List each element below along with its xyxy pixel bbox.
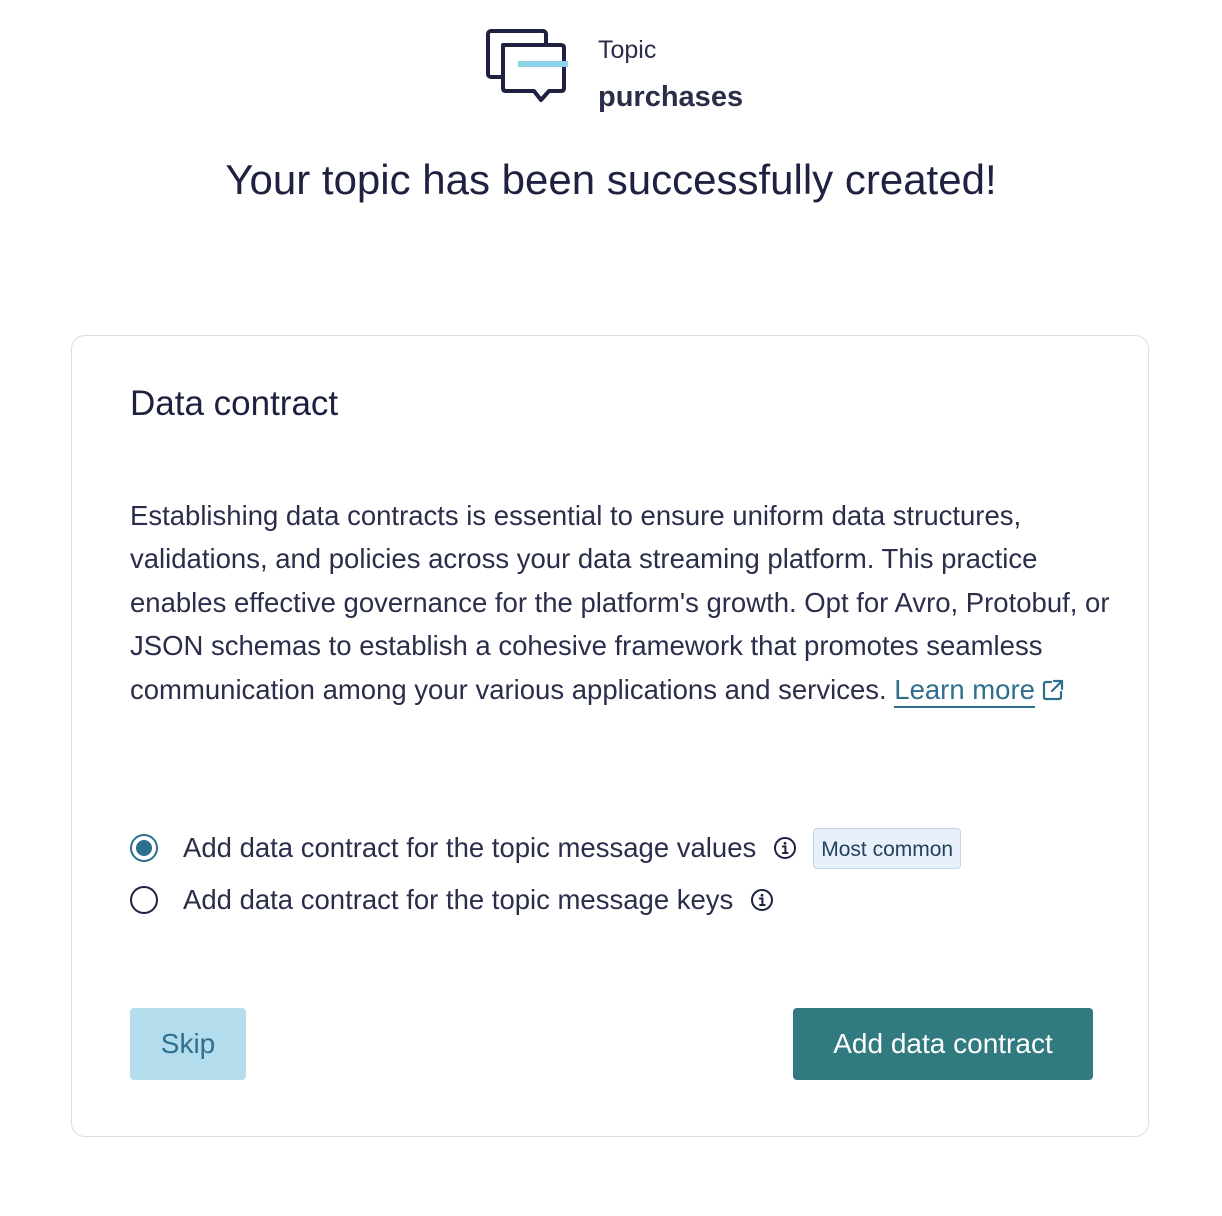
learn-more-link[interactable]: Learn more	[894, 673, 1035, 708]
option-label-keys: Add data contract for the topic message …	[183, 884, 734, 915]
card-title: Data contract	[130, 384, 339, 423]
card-description: Establishing data contracts is essential…	[130, 494, 1115, 711]
info-icon[interactable]	[773, 836, 797, 860]
topic-name: purchases	[598, 81, 744, 113]
add-data-contract-button[interactable]: Add data contract	[793, 1008, 1093, 1080]
topic-label: Topic	[598, 36, 657, 64]
data-contract-card: Data contract Establishing data contract…	[71, 335, 1149, 1137]
topic-header: Topic purchases	[486, 28, 786, 118]
page-title: Your topic has been successfully created…	[225, 156, 997, 203]
option-label-values: Add data contract for the topic message …	[183, 832, 757, 863]
skip-button[interactable]: Skip	[130, 1008, 246, 1080]
radio-message-values[interactable]	[130, 834, 158, 862]
info-icon[interactable]	[750, 888, 774, 912]
chat-bubbles-icon	[486, 29, 568, 102]
external-link-icon[interactable]	[1041, 678, 1065, 702]
radio-message-keys[interactable]	[130, 886, 158, 914]
most-common-badge: Most common	[813, 827, 962, 869]
option-message-values[interactable]: Add data contract for the topic message …	[130, 827, 962, 869]
option-message-keys[interactable]: Add data contract for the topic message …	[130, 880, 774, 920]
